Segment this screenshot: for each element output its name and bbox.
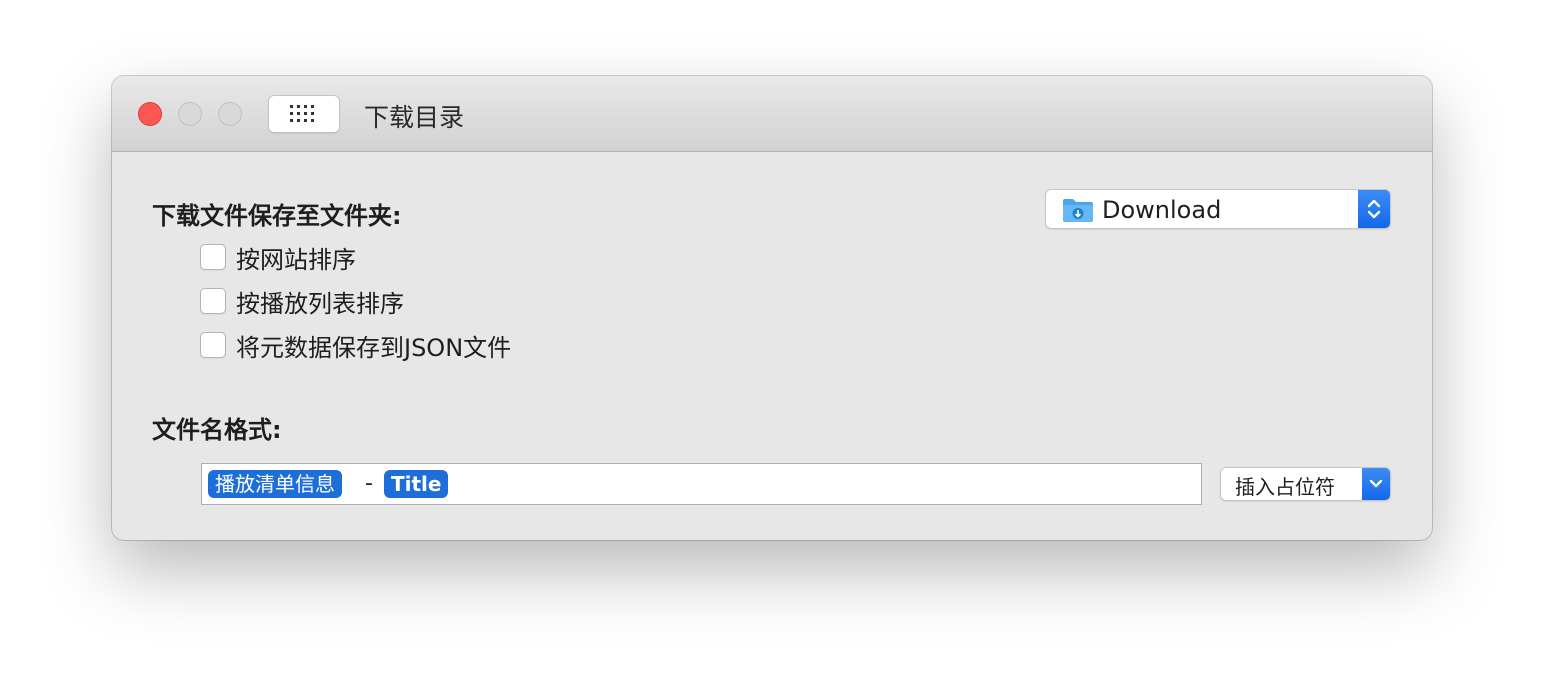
- filename-format-field[interactable]: 播放清单信息 - Title: [201, 463, 1202, 505]
- insert-placeholder-label: 插入占位符: [1235, 475, 1335, 499]
- sort-by-playlist-label: 按播放列表排序: [236, 289, 404, 318]
- sort-by-site-label: 按网站排序: [236, 245, 356, 274]
- sort-by-playlist-checkbox[interactable]: [200, 288, 226, 314]
- save-metadata-json-checkbox[interactable]: [200, 332, 226, 358]
- window-title: 下载目录: [364, 103, 465, 132]
- insert-placeholder-button[interactable]: 插入占位符: [1220, 467, 1391, 501]
- dropdown-arrow[interactable]: [1362, 468, 1390, 500]
- token-separator: -: [365, 471, 373, 496]
- filename-format-label: 文件名格式:: [152, 416, 282, 444]
- save-metadata-json-label: 将元数据保存到JSON文件: [236, 333, 512, 362]
- sort-by-site-option[interactable]: 按网站排序: [200, 241, 356, 274]
- show-all-button[interactable]: [268, 95, 340, 133]
- popup-stepper[interactable]: [1358, 190, 1390, 228]
- download-folder-popup[interactable]: Download: [1045, 189, 1391, 229]
- placeholder-token[interactable]: 播放清单信息: [208, 470, 342, 498]
- download-folder-icon: [1063, 199, 1093, 222]
- folder-popup-value: Download: [1102, 196, 1222, 224]
- title-bar: 下载目录: [112, 76, 1432, 152]
- minimize-button[interactable]: [178, 102, 202, 126]
- grid-icon: [290, 105, 314, 122]
- preferences-window: 下载目录 下载文件保存至文件夹: Download 按网站排序 按播放列表排序 …: [112, 76, 1432, 540]
- save-metadata-json-option[interactable]: 将元数据保存到JSON文件: [200, 329, 512, 362]
- sort-by-site-checkbox[interactable]: [200, 244, 226, 270]
- save-location-label: 下载文件保存至文件夹:: [152, 202, 402, 230]
- up-down-chevron-icon: [1367, 199, 1381, 219]
- placeholder-token[interactable]: Title: [384, 470, 449, 498]
- chevron-down-icon: [1369, 479, 1383, 488]
- sort-by-playlist-option[interactable]: 按播放列表排序: [200, 285, 404, 318]
- zoom-button[interactable]: [218, 102, 242, 126]
- close-button[interactable]: [138, 102, 162, 126]
